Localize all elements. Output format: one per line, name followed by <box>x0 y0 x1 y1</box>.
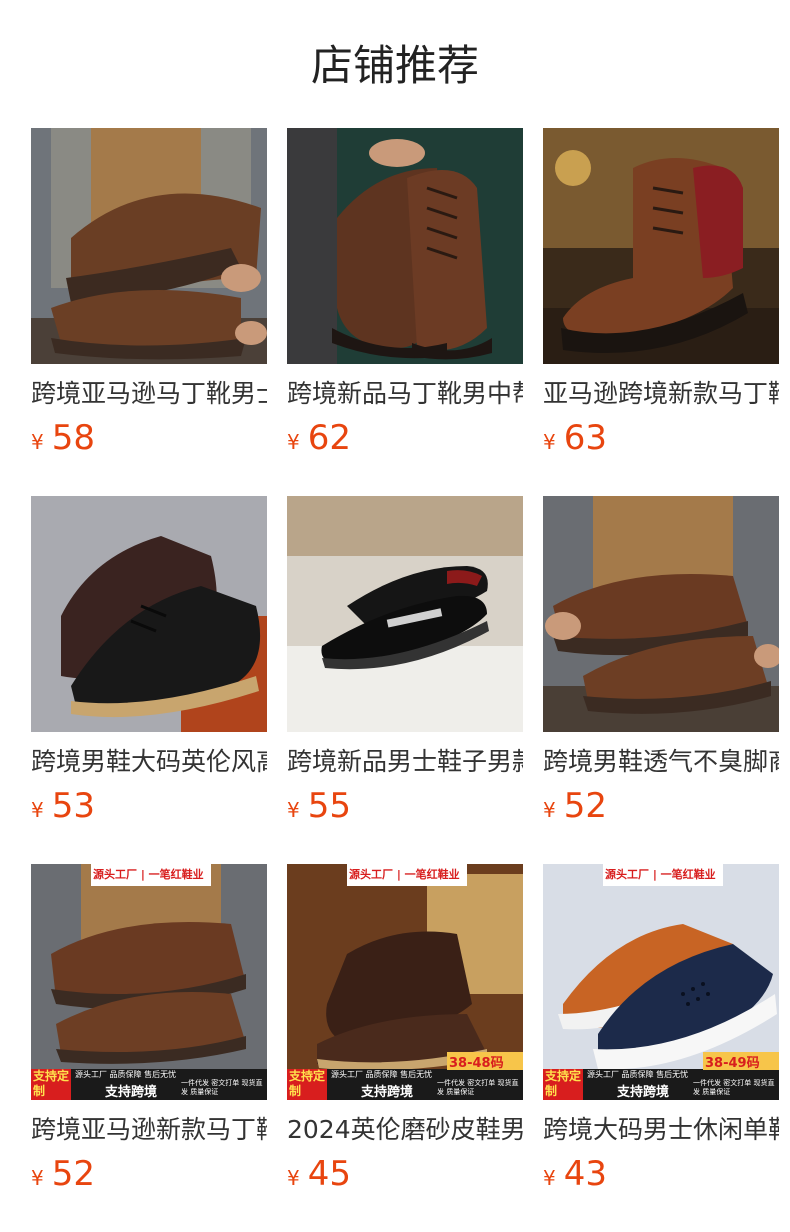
store-recommendations: 店铺推荐 跨境亚马逊马丁靴男士 ¥58 跨境新品马丁靴男中帮 ¥ 62 亚马逊跨… <box>0 0 790 1232</box>
product-card-5[interactable]: 跨境新品男士鞋子男款 ¥55 <box>287 496 523 836</box>
promo-tags: 源头工厂 品质保障 售后无忧 <box>331 1070 433 1079</box>
product-title[interactable]: 跨境亚马逊马丁靴男士 <box>31 376 267 412</box>
product-title[interactable]: 跨境男鞋透气不臭脚商 <box>543 744 779 780</box>
product-price: ¥43 <box>543 1154 607 1194</box>
promo-badge: 支持定制 <box>289 1069 326 1098</box>
promo-tags: 源头工厂 品质保障 售后无忧 <box>75 1070 177 1079</box>
price-value: 43 <box>563 1154 607 1194</box>
product-card-8[interactable]: 源头工厂 | 一笔红鞋业 38-48码 支持定制 源头工厂 品质保障 售后无忧 … <box>287 864 523 1204</box>
product-card-2[interactable]: 跨境新品马丁靴男中帮 ¥62 <box>287 128 523 468</box>
product-title[interactable]: 亚马逊跨境新款马丁靴 <box>543 376 779 412</box>
price-value: 45 <box>307 1154 351 1194</box>
product-price: ¥45 <box>287 1154 351 1194</box>
currency-symbol: ¥ <box>287 430 300 454</box>
section-title: 店铺推荐 <box>310 41 479 90</box>
product-image[interactable] <box>287 496 523 732</box>
product-price: ¥55 <box>287 786 351 826</box>
product-card-4[interactable]: 跨境男鞋大码英伦风高 ¥53 <box>31 496 267 836</box>
currency-symbol: ¥ <box>543 1166 556 1190</box>
product-title[interactable]: 跨境新品马丁靴男中帮 <box>287 376 523 412</box>
promo-top-banner: 源头工厂 | 一笔红鞋业 <box>349 868 460 881</box>
currency-symbol: ¥ <box>31 798 44 822</box>
currency-symbol: ¥ <box>287 798 300 822</box>
product-image[interactable]: 源头工厂 | 一笔红鞋业 支持定制 源头工厂 品质保障 售后无忧 支持跨境 一件… <box>31 864 267 1100</box>
promo-services: 一件代发 密文打单 现货直发 质量保证 <box>693 1079 775 1096</box>
product-title[interactable]: 2024英伦磨砂皮鞋男款 <box>287 1112 523 1148</box>
product-image[interactable] <box>543 128 779 364</box>
promo-cross-border: 支持跨境 <box>361 1085 414 1100</box>
currency-symbol: ¥ <box>31 430 44 454</box>
promo-services: 一件代发 密文打单 现货直发 质量保证 <box>181 1079 263 1096</box>
product-card-1[interactable]: 跨境亚马逊马丁靴男士 ¥58 <box>31 128 267 468</box>
size-range-label: 38-48码 <box>449 1056 504 1071</box>
promo-top-banner: 源头工厂 | 一笔红鞋业 <box>605 868 716 881</box>
currency-symbol: ¥ <box>543 798 556 822</box>
promo-badge: 支持定制 <box>33 1069 70 1098</box>
currency-symbol: ¥ <box>543 430 556 454</box>
promo-badge: 支持定制 <box>545 1069 582 1098</box>
product-image[interactable]: 源头工厂 | 一笔红鞋业 38-48码 支持定制 源头工厂 品质保障 售后无忧 … <box>287 864 523 1100</box>
product-image[interactable] <box>543 496 779 732</box>
promo-cross-border: 支持跨境 <box>617 1085 670 1100</box>
promo-services: 一件代发 密文打单 现货直发 质量保证 <box>437 1079 519 1096</box>
product-image[interactable]: 源头工厂 | 一笔红鞋业 38-49码 支持定制 源头工厂 品质保障 售后无忧 … <box>543 864 779 1100</box>
price-value: 55 <box>307 786 351 826</box>
product-card-9[interactable]: 源头工厂 | 一笔红鞋业 38-49码 支持定制 源头工厂 品质保障 售后无忧 … <box>543 864 779 1204</box>
currency-symbol: ¥ <box>287 1166 300 1190</box>
product-price: ¥63 <box>543 418 607 458</box>
product-price: ¥62 <box>287 418 351 458</box>
price-value: 52 <box>563 786 607 826</box>
product-title[interactable]: 跨境男鞋大码英伦风高 <box>31 744 267 780</box>
product-title[interactable]: 跨境亚马逊新款马丁靴 <box>31 1112 267 1148</box>
promo-cross-border: 支持跨境 <box>105 1085 158 1100</box>
currency-symbol: ¥ <box>31 1166 44 1190</box>
product-price: ¥52 <box>31 1154 95 1194</box>
product-card-6[interactable]: 跨境男鞋透气不臭脚商 ¥52 <box>543 496 779 836</box>
price-value: 53 <box>51 786 95 826</box>
product-price: ¥58 <box>31 418 95 458</box>
product-image[interactable] <box>31 128 267 364</box>
product-image[interactable] <box>31 496 267 732</box>
price-value: 58 <box>51 418 95 458</box>
size-range-label: 38-49码 <box>705 1056 760 1071</box>
product-price: ¥53 <box>31 786 95 826</box>
promo-tags: 源头工厂 品质保障 售后无忧 <box>587 1070 689 1079</box>
product-title[interactable]: 跨境新品男士鞋子男款 <box>287 744 523 780</box>
price-value: 52 <box>51 1154 95 1194</box>
product-price: ¥52 <box>543 786 607 826</box>
promo-top-banner: 源头工厂 | 一笔红鞋业 <box>93 868 204 881</box>
product-card-7[interactable]: 源头工厂 | 一笔红鞋业 支持定制 源头工厂 品质保障 售后无忧 支持跨境 一件… <box>31 864 267 1204</box>
product-title[interactable]: 跨境大码男士休闲单鞋 <box>543 1112 779 1148</box>
price-value: 62 <box>307 418 351 458</box>
product-card-3[interactable]: 亚马逊跨境新款马丁靴 ¥63 <box>543 128 779 468</box>
product-image[interactable] <box>287 128 523 364</box>
price-value: 63 <box>563 418 607 458</box>
